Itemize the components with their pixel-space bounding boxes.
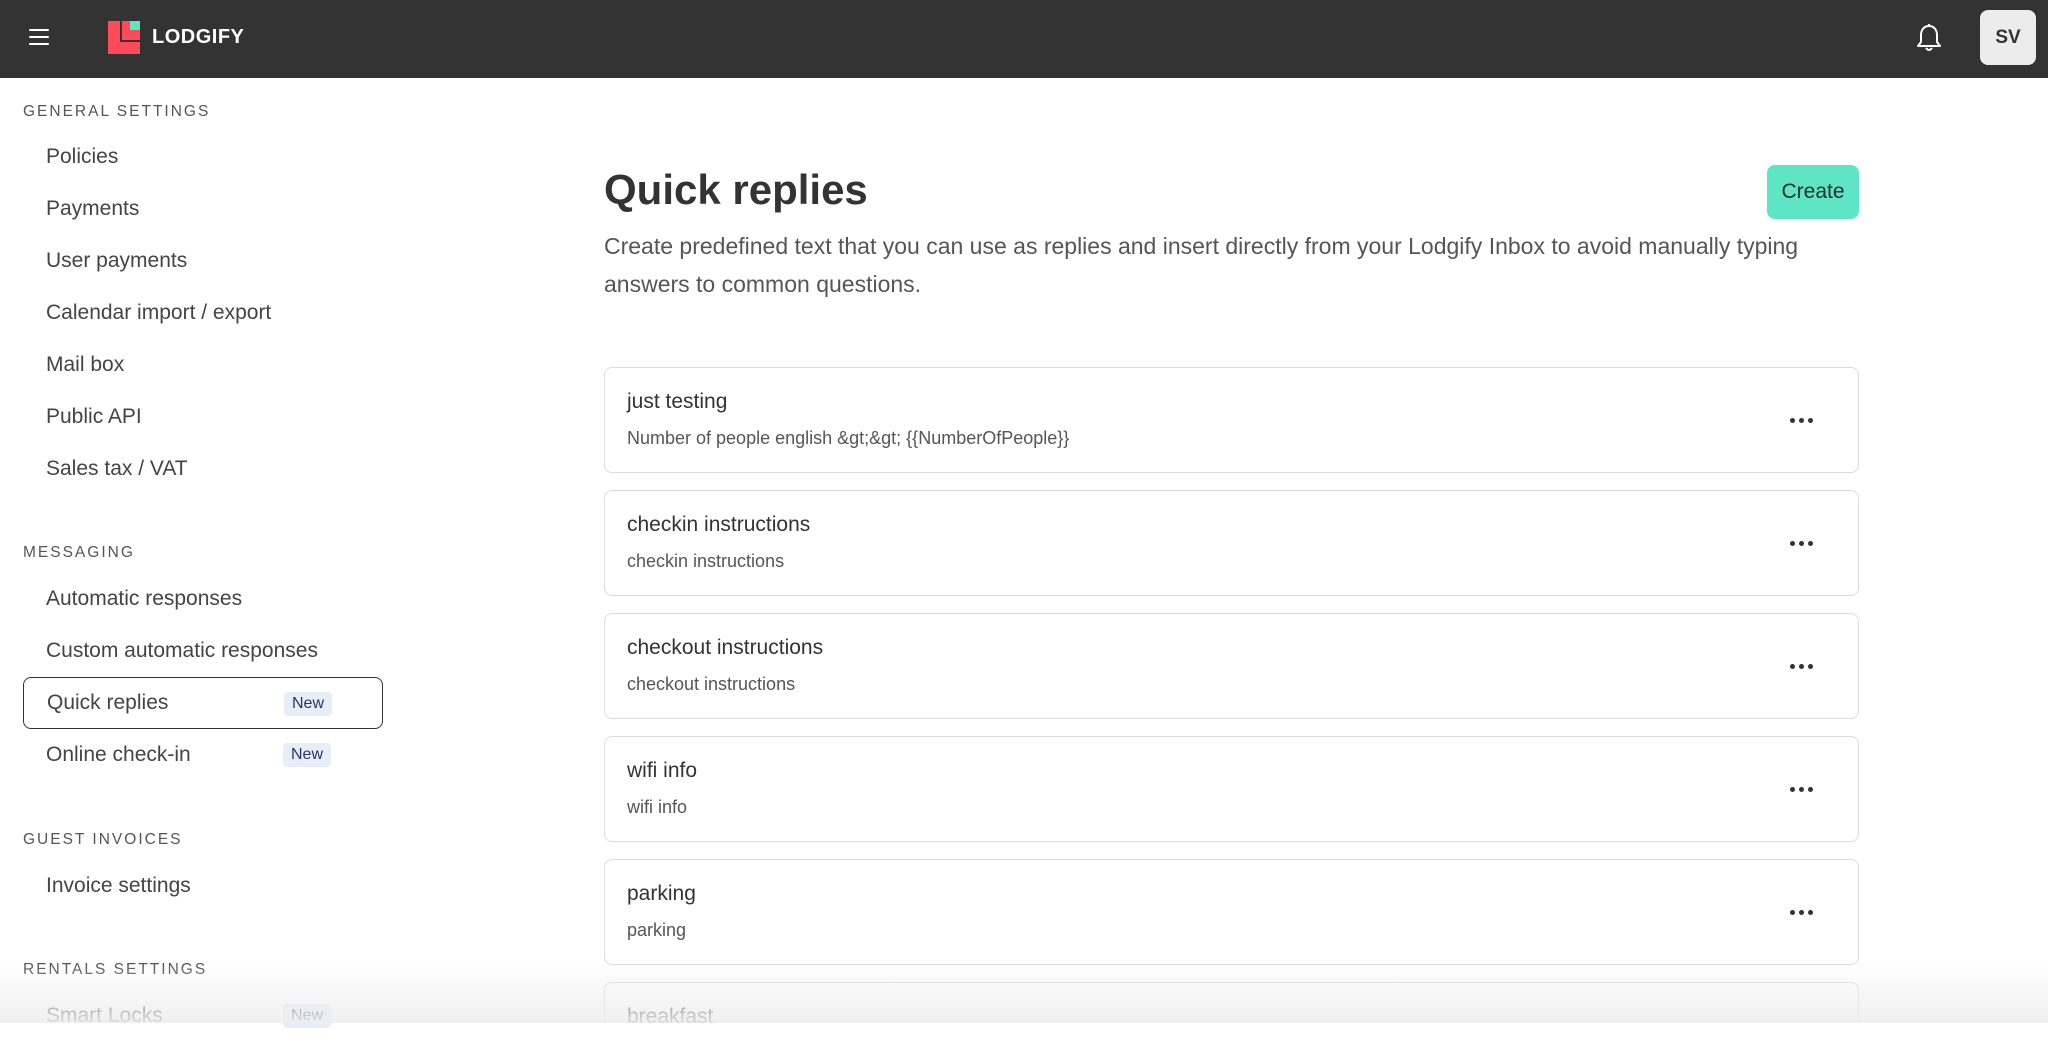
sidebar-item-payments[interactable]: Payments bbox=[23, 183, 383, 235]
quick-reply-card[interactable]: wifi info wifi info bbox=[604, 736, 1859, 842]
quick-reply-title: breakfast bbox=[627, 1005, 714, 1028]
section-title-messaging: MESSAGING bbox=[23, 544, 135, 561]
sidebar-item-calendar-import-export[interactable]: Calendar import / export bbox=[23, 287, 383, 339]
sidebar-item-label: Public API bbox=[46, 405, 142, 428]
sidebar-item-mail-box[interactable]: Mail box bbox=[23, 339, 383, 391]
quick-reply-title: wifi info bbox=[627, 759, 698, 782]
quick-reply-text: wifi info bbox=[627, 797, 688, 817]
logo-text: LODGIFY bbox=[152, 25, 245, 48]
more-options-icon[interactable] bbox=[1781, 771, 1821, 807]
notifications-bell-icon[interactable] bbox=[1916, 23, 1942, 53]
quick-reply-card[interactable]: breakfast bbox=[604, 982, 1859, 1028]
section-title-rentals-settings: RENTALS SETTINGS bbox=[23, 961, 208, 978]
quick-reply-card[interactable]: parking parking bbox=[604, 859, 1859, 965]
sidebar-item-quick-replies[interactable]: Quick replies New bbox=[23, 677, 383, 729]
menu-icon[interactable] bbox=[29, 29, 49, 45]
user-avatar[interactable]: SV bbox=[1980, 10, 2036, 65]
sidebar-item-label: Calendar import / export bbox=[46, 301, 272, 324]
sidebar-item-label: User payments bbox=[46, 249, 188, 272]
more-options-icon[interactable] bbox=[1781, 525, 1821, 561]
quick-reply-text: Number of people english &gt;&gt; {{Numb… bbox=[627, 428, 1070, 448]
create-button[interactable]: Create bbox=[1767, 165, 1859, 219]
sidebar-item-label: Sales tax / VAT bbox=[46, 457, 188, 480]
more-options-icon[interactable] bbox=[1781, 894, 1821, 930]
sidebar-item-invoice-settings[interactable]: Invoice settings bbox=[23, 860, 383, 912]
sidebar-item-label: Online check-in bbox=[46, 743, 191, 766]
new-badge: New bbox=[283, 1004, 332, 1028]
quick-reply-text: parking bbox=[627, 920, 687, 940]
page-title: Quick replies bbox=[604, 166, 868, 213]
logo-mark-icon bbox=[108, 20, 140, 54]
sidebar-item-smart-locks[interactable]: Smart Locks New bbox=[23, 990, 383, 1042]
sidebar-item-public-api[interactable]: Public API bbox=[23, 391, 383, 443]
sidebar-item-online-check-in[interactable]: Online check-in New bbox=[23, 729, 383, 781]
sidebar-item-user-payments[interactable]: User payments bbox=[23, 235, 383, 287]
quick-reply-text: checkin instructions bbox=[627, 551, 785, 571]
section-title-general-settings: GENERAL SETTINGS bbox=[23, 103, 211, 120]
more-options-icon[interactable] bbox=[1781, 648, 1821, 684]
quick-reply-title: checkout instructions bbox=[627, 636, 824, 659]
section-title-guest-invoices: GUEST INVOICES bbox=[23, 831, 183, 848]
quick-reply-card[interactable]: checkout instructions checkout instructi… bbox=[604, 613, 1859, 719]
quick-reply-title: checkin instructions bbox=[627, 513, 811, 536]
sidebar-item-label: Mail box bbox=[46, 353, 125, 376]
sidebar-item-sales-tax-vat[interactable]: Sales tax / VAT bbox=[23, 443, 383, 495]
sidebar-item-label: Payments bbox=[46, 197, 140, 220]
sidebar-item-label: Invoice settings bbox=[46, 874, 191, 897]
quick-reply-title: parking bbox=[627, 882, 696, 905]
new-badge: New bbox=[284, 692, 333, 716]
sidebar-item-label: Policies bbox=[46, 145, 119, 168]
lodgify-logo[interactable]: LODGIFY bbox=[108, 20, 244, 54]
top-bar: LODGIFY SV bbox=[0, 0, 2048, 78]
sidebar-item-custom-automatic-responses[interactable]: Custom automatic responses bbox=[23, 625, 383, 677]
sidebar-item-label: Custom automatic responses bbox=[46, 639, 318, 662]
quick-reply-text: checkout instructions bbox=[627, 674, 796, 694]
more-options-icon[interactable] bbox=[1781, 402, 1821, 438]
page-description: Create predefined text that you can use … bbox=[604, 233, 1799, 297]
sidebar-item-automatic-responses[interactable]: Automatic responses bbox=[23, 573, 383, 625]
sidebar-item-label: Smart Locks bbox=[46, 1004, 163, 1027]
quick-reply-card[interactable]: just testing Number of people english &g… bbox=[604, 367, 1859, 473]
settings-sidebar: GENERAL SETTINGS Policies Payments User … bbox=[0, 78, 400, 1028]
sidebar-item-label: Automatic responses bbox=[46, 587, 243, 610]
new-badge: New bbox=[283, 743, 332, 767]
quick-reply-card[interactable]: checkin instructions checkin instruction… bbox=[604, 490, 1859, 596]
quick-reply-title: just testing bbox=[627, 390, 728, 413]
sidebar-item-policies[interactable]: Policies bbox=[23, 131, 383, 183]
sidebar-item-label: Quick replies bbox=[47, 691, 169, 714]
